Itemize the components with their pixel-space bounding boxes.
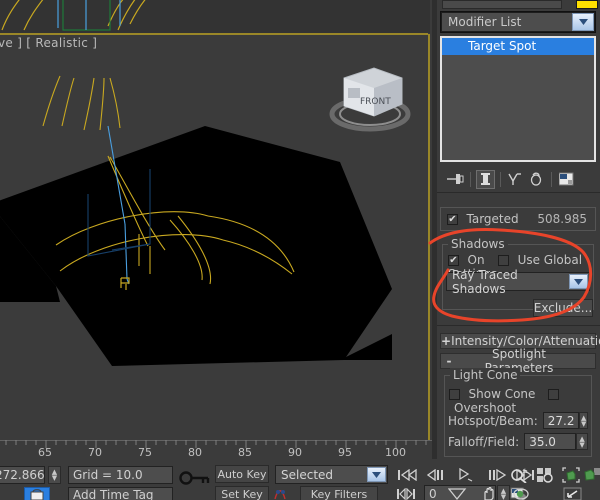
pin-stack-icon[interactable] — [446, 170, 465, 189]
rollout-spotlight-parameters[interactable]: - Spotlight Parameters — [440, 347, 596, 375]
zoom-extents-all-icon[interactable] — [582, 464, 600, 486]
add-time-tag-label[interactable]: Add Time Tag — [68, 487, 173, 500]
hotspot-row: Hotspot/Beam: 27.2 ▲ ▼ — [448, 412, 588, 429]
modifier-list-label: Modifier List — [442, 13, 572, 31]
field-of-view-icon[interactable] — [446, 485, 470, 500]
svg-text:±: ± — [522, 467, 528, 475]
key-icon[interactable] — [178, 467, 212, 489]
zoom-extents-icon[interactable] — [560, 464, 582, 486]
scene-object — [0, 126, 392, 366]
viewport-active-border-top — [0, 33, 428, 35]
targeted-label: Targeted — [466, 212, 519, 226]
modifier-stack-list[interactable]: Target Spot — [440, 36, 596, 162]
falloff-input[interactable]: 35.0 — [524, 433, 577, 450]
show-end-result-icon[interactable] — [476, 169, 495, 189]
make-unique-icon[interactable] — [506, 170, 525, 189]
orbit-icon[interactable] — [510, 485, 534, 500]
viewport-label[interactable]: ve ] [ Realistic ] — [0, 36, 97, 50]
3dsmax-window: FRONT ve ] [ Realistic ] Modifier List T… — [0, 0, 600, 500]
show-cone-checkbox[interactable] — [449, 388, 460, 400]
shadow-type-value: Ray Traced Shadows — [452, 267, 518, 296]
zoom-icon[interactable]: ± — [508, 464, 530, 486]
hotspot-spinner[interactable]: ▲ ▼ — [579, 412, 588, 429]
modifier-stack-toolbar — [440, 166, 596, 192]
shadows-group-label: Shadows — [448, 237, 508, 251]
tick-label: 90 — [288, 446, 302, 459]
view-cube-face-label: FRONT — [360, 97, 391, 107]
view-cube[interactable]: FRONT — [326, 56, 416, 134]
toolbar-separator — [551, 171, 552, 187]
coordinate-input[interactable]: 272.866 — [0, 466, 45, 484]
timeline-tick-labels: 65 70 75 80 85 90 95 100 — [0, 446, 432, 460]
tick-label: 75 — [138, 446, 152, 459]
use-global-settings-checkbox[interactable] — [498, 254, 510, 266]
play-animation-button[interactable] — [454, 465, 480, 485]
tick-label: 80 — [188, 446, 202, 459]
chevron-down-icon[interactable] — [367, 467, 386, 482]
falloff-label: Falloff/Field: — [448, 434, 520, 449]
grid-status-label: Grid = 10.0 — [68, 466, 173, 484]
coordinate-spinner[interactable]: ▲ ▼ — [48, 466, 61, 484]
rollout-label: Intensity/Color/Attenuation — [451, 334, 600, 348]
next-frame-button[interactable] — [484, 465, 510, 485]
set-key-button[interactable]: Set Key — [215, 486, 269, 500]
chevron-down-icon[interactable] — [569, 274, 588, 289]
status-bar: 272.866 ▲▼ Grid = 10.0 Add Time Tag Auto… — [0, 462, 600, 500]
hotspot-input[interactable]: 27.2 — [542, 412, 580, 429]
viewport-perspective[interactable]: FRONT — [0, 34, 430, 459]
overshoot-checkbox[interactable] — [547, 388, 559, 400]
object-color-swatch[interactable] — [576, 0, 598, 9]
pan-icon[interactable] — [478, 485, 502, 500]
target-distance-value: 508.985 — [537, 212, 587, 226]
zoom-all-icon[interactable] — [534, 464, 556, 486]
show-cone-label: Show Cone — [468, 387, 536, 401]
object-name-field[interactable] — [442, 0, 562, 9]
key-step-icon[interactable] — [394, 485, 418, 500]
selection-level-value: Selected — [281, 467, 334, 482]
tick-label: 95 — [338, 446, 352, 459]
configure-modifier-sets-icon[interactable] — [557, 170, 576, 189]
maximize-viewport-icon[interactable] — [560, 485, 586, 500]
shadow-on-checkbox[interactable] — [448, 254, 459, 266]
falloff-spinner[interactable]: ▲ ▼ — [576, 433, 588, 450]
previous-frame-button[interactable] — [424, 465, 450, 485]
auto-key-button[interactable]: Auto Key — [215, 465, 269, 483]
falloff-row: Falloff/Field: 35.0 ▲ ▼ — [448, 433, 588, 450]
general-parameters-group: Targeted 508.985 — [440, 207, 596, 231]
command-panel-strip — [432, 0, 437, 459]
cone-options-row: Show Cone Overshoot — [449, 387, 600, 415]
rollout-expand-sign: + — [441, 334, 452, 348]
toolbar-separator — [500, 171, 501, 187]
key-curve-icon[interactable] — [272, 486, 294, 500]
tick-label: 65 — [38, 446, 52, 459]
hotspot-label: Hotspot/Beam: — [448, 413, 538, 428]
viewport-top-partial[interactable] — [0, 0, 430, 33]
timeline-ruler[interactable]: 65 70 75 80 85 90 95 100 — [0, 440, 432, 462]
command-panel: Modifier List Target Spot ✔ Targeted 508… — [432, 0, 600, 459]
tick-label: 70 — [88, 446, 102, 459]
key-filters-button[interactable]: Key Filters — [300, 486, 378, 500]
shadow-type-dropdown[interactable]: Ray Traced Shadows — [446, 268, 590, 296]
targeted-checkbox[interactable] — [447, 213, 458, 225]
exclude-button[interactable]: Exclude... — [533, 299, 593, 317]
remove-modifier-icon[interactable] — [527, 170, 546, 189]
rollout-collapse-sign: - — [446, 354, 452, 368]
panel-divider — [437, 192, 600, 193]
goto-start-button[interactable] — [394, 465, 420, 485]
tick-label: 85 — [238, 446, 252, 459]
stack-item-target-spot[interactable]: Target Spot — [442, 38, 594, 55]
toolbar-separator — [470, 171, 471, 187]
lock-selection-icon[interactable] — [24, 487, 50, 500]
modifier-list-dropdown[interactable]: Modifier List — [440, 11, 596, 33]
light-cone-group-label: Light Cone — [450, 368, 521, 382]
tick-label: 100 — [385, 446, 406, 459]
chevron-down-icon[interactable] — [572, 13, 594, 31]
panel-divider — [437, 325, 600, 326]
shadow-on-label: On — [467, 253, 485, 267]
selection-level-dropdown[interactable]: Selected — [275, 465, 388, 484]
